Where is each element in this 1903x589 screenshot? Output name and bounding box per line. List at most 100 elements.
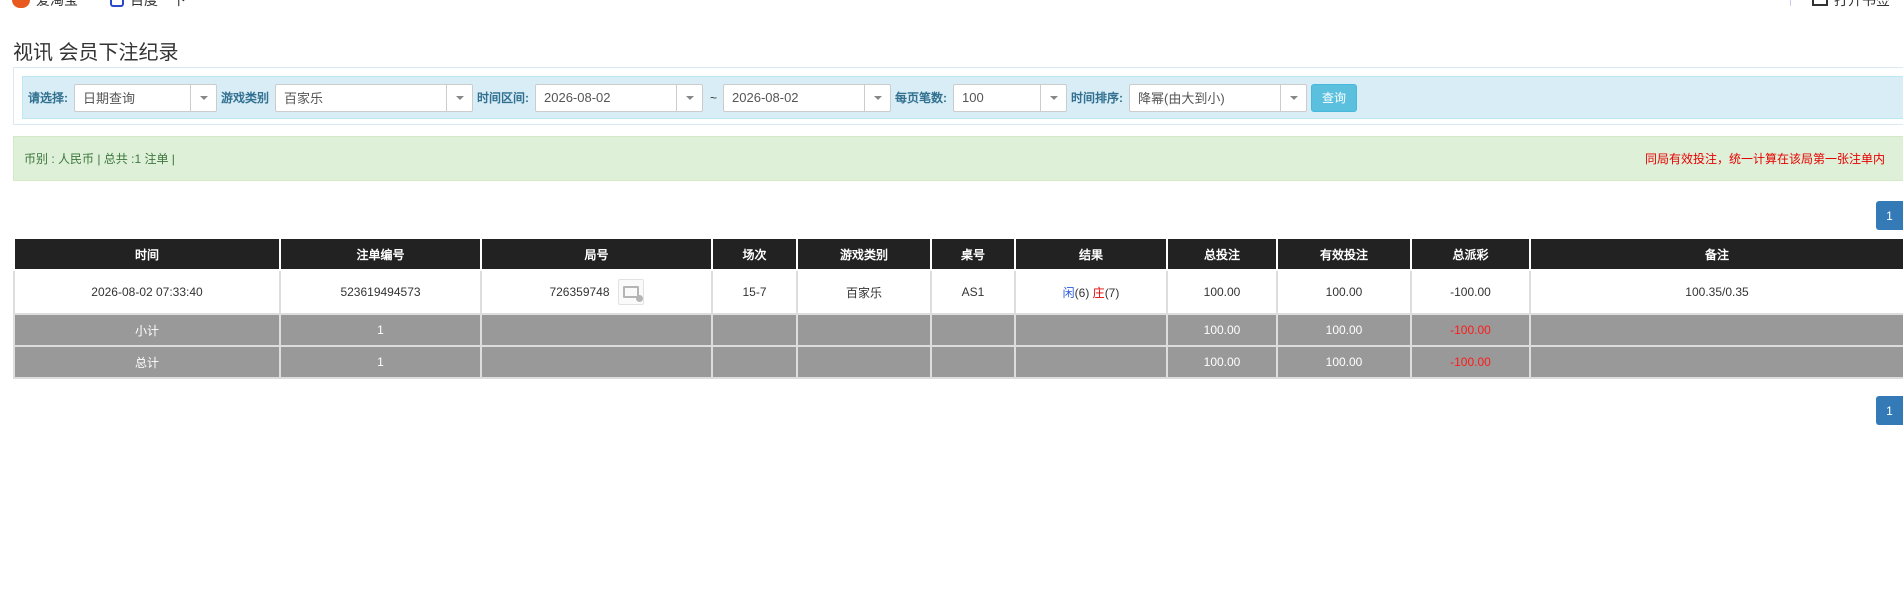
pagination-top-page[interactable]: 1 [1876, 201, 1903, 230]
replay-screenshot-icon[interactable] [617, 279, 644, 305]
per-page-dropdown[interactable] [1040, 84, 1066, 111]
subtotal-payout: -100.00 [1410, 313, 1531, 347]
cell-table-no: AS1 [930, 269, 1016, 315]
cell-bet-id: 523619494573 [279, 269, 482, 315]
range-separator: ~ [710, 90, 718, 105]
bookmark-item[interactable]: 百度一下 [110, 0, 186, 8]
date-from-dropdown[interactable] [676, 84, 702, 111]
sort-order-dropdown[interactable] [1280, 84, 1306, 111]
per-page-label: 每页笔数: [895, 91, 948, 105]
total-empty [480, 345, 713, 379]
table-row: 2026-08-02 07:33:40 523619494573 7263597… [13, 269, 1903, 315]
currency-summary: 币别 : 人民币 | 总共 :1 注单 | [24, 152, 175, 166]
filter-bar: 请选择: 日期查询 游戏类别 百家乐 时间区间: 2026-08-02 ~ 20… [22, 76, 1903, 119]
col-header-time: 时间 [13, 239, 281, 271]
per-page-select[interactable]: 100 [953, 83, 1068, 112]
bookmark-bar: 爱淘宝 百度一下 打开书签 [0, 0, 1903, 10]
subtotal-empty [480, 313, 713, 347]
caret-down-icon [199, 95, 208, 100]
baidu-icon [110, 0, 124, 7]
game-type-select[interactable]: 百家乐 [275, 83, 474, 112]
subtotal-empty [711, 313, 798, 347]
valid-bet-notice: 同局有效投注，统一计算在该局第一张注单内 [1644, 152, 1885, 166]
total-empty [796, 345, 932, 379]
filter-panel: 请选择: 日期查询 游戏类别 百家乐 时间区间: 2026-08-02 ~ 20… [13, 67, 1903, 125]
cell-payout: -100.00 [1410, 269, 1531, 315]
caret-down-icon [455, 95, 464, 100]
time-range-label: 时间区间: [477, 91, 530, 105]
subtotal-empty [1529, 313, 1903, 347]
total-empty [711, 345, 798, 379]
select-label: 请选择: [28, 91, 68, 105]
subtotal-total-bet: 100.00 [1166, 313, 1278, 347]
date-from-input[interactable]: 2026-08-02 [535, 83, 704, 112]
result-banker: 庄 [1092, 285, 1105, 300]
caret-down-icon [1289, 95, 1298, 100]
date-to-value: 2026-08-02 [732, 90, 799, 105]
cell-valid-bet: 100.00 [1276, 269, 1412, 315]
cell-remark: 100.35/0.35 [1529, 269, 1903, 315]
subtotal-empty [930, 313, 1016, 347]
result-player-score: (6) [1074, 285, 1090, 300]
cell-session: 15-7 [711, 269, 798, 315]
col-header-result: 结果 [1014, 239, 1168, 271]
col-header-session: 场次 [711, 239, 798, 271]
caret-down-icon [873, 95, 882, 100]
total-total-bet: 100.00 [1166, 345, 1278, 379]
total-valid-bet: 100.00 [1276, 345, 1412, 379]
col-header-table-no: 桌号 [930, 239, 1016, 271]
col-header-game-type: 游戏类别 [796, 239, 932, 271]
subtotal-valid-bet: 100.00 [1276, 313, 1412, 347]
cell-time: 2026-08-02 07:33:40 [13, 269, 281, 315]
sort-label: 时间排序: [1071, 91, 1124, 105]
caret-down-icon [685, 95, 694, 100]
subtotal-row: 小计 1 100.00 100.00 -100.00 [13, 313, 1903, 347]
subtotal-count: 1 [279, 313, 482, 347]
pagination-bottom-page[interactable]: 1 [1876, 396, 1903, 425]
bookmark-label: 百度一下 [130, 0, 186, 8]
total-label: 总计 [13, 345, 281, 379]
query-type-dropdown[interactable] [190, 84, 216, 111]
query-type-value: 日期查询 [83, 91, 136, 106]
date-from-value: 2026-08-02 [544, 90, 611, 105]
table-header-row: 时间 注单编号 局号 场次 游戏类别 桌号 结果 总投注 有效投注 总派彩 备注 [13, 239, 1903, 271]
bookmark-label: 打开书签 [1834, 0, 1890, 8]
round-no-text: 726359748 [549, 285, 610, 299]
subtotal-empty [1014, 313, 1168, 347]
col-header-payout: 总派彩 [1410, 239, 1531, 271]
total-empty [1529, 345, 1903, 379]
summary-info-bar: 币别 : 人民币 | 总共 :1 注单 | 同局有效投注，统一计算在该局第一张注… [13, 136, 1903, 181]
total-count: 1 [279, 345, 482, 379]
game-type-label: 游戏类别 [221, 91, 270, 105]
sort-order-value: 降幂(由大到小) [1138, 91, 1225, 106]
col-header-valid-bet: 有效投注 [1276, 239, 1412, 271]
bookmark-item[interactable]: 爱淘宝 [12, 0, 78, 8]
taobao-icon [12, 0, 30, 8]
caret-down-icon [1049, 95, 1058, 100]
per-page-value: 100 [962, 90, 984, 105]
query-button[interactable]: 查询 [1311, 83, 1358, 112]
bookmark-folder-icon [1812, 0, 1828, 6]
total-empty [1014, 345, 1168, 379]
subtotal-empty [796, 313, 932, 347]
sort-order-select[interactable]: 降幂(由大到小) [1129, 83, 1308, 112]
page-title: 视讯 会员下注纪录 [13, 42, 179, 64]
cell-result: 闲(6) 庄(7) [1014, 269, 1168, 315]
subtotal-label: 小计 [13, 313, 281, 347]
cell-game-type: 百家乐 [796, 269, 932, 315]
bookmark-divider [1790, 0, 1791, 6]
col-header-bet-id: 注单编号 [279, 239, 482, 271]
query-type-select[interactable]: 日期查询 [74, 83, 217, 112]
col-header-total-bet: 总投注 [1166, 239, 1278, 271]
cell-total-bet: 100.00 [1166, 269, 1278, 315]
game-type-dropdown[interactable] [446, 84, 472, 111]
col-header-remark: 备注 [1529, 239, 1903, 271]
open-bookmarks[interactable]: 打开书签 [1812, 0, 1890, 8]
bookmark-label: 爱淘宝 [36, 0, 78, 8]
cell-round-no: 726359748 [480, 269, 713, 315]
total-row: 总计 1 100.00 100.00 -100.00 [13, 345, 1903, 379]
result-player: 闲 [1062, 285, 1075, 300]
result-banker-score: (7) [1104, 285, 1120, 300]
date-to-dropdown[interactable] [864, 84, 890, 111]
date-to-input[interactable]: 2026-08-02 [723, 83, 892, 112]
